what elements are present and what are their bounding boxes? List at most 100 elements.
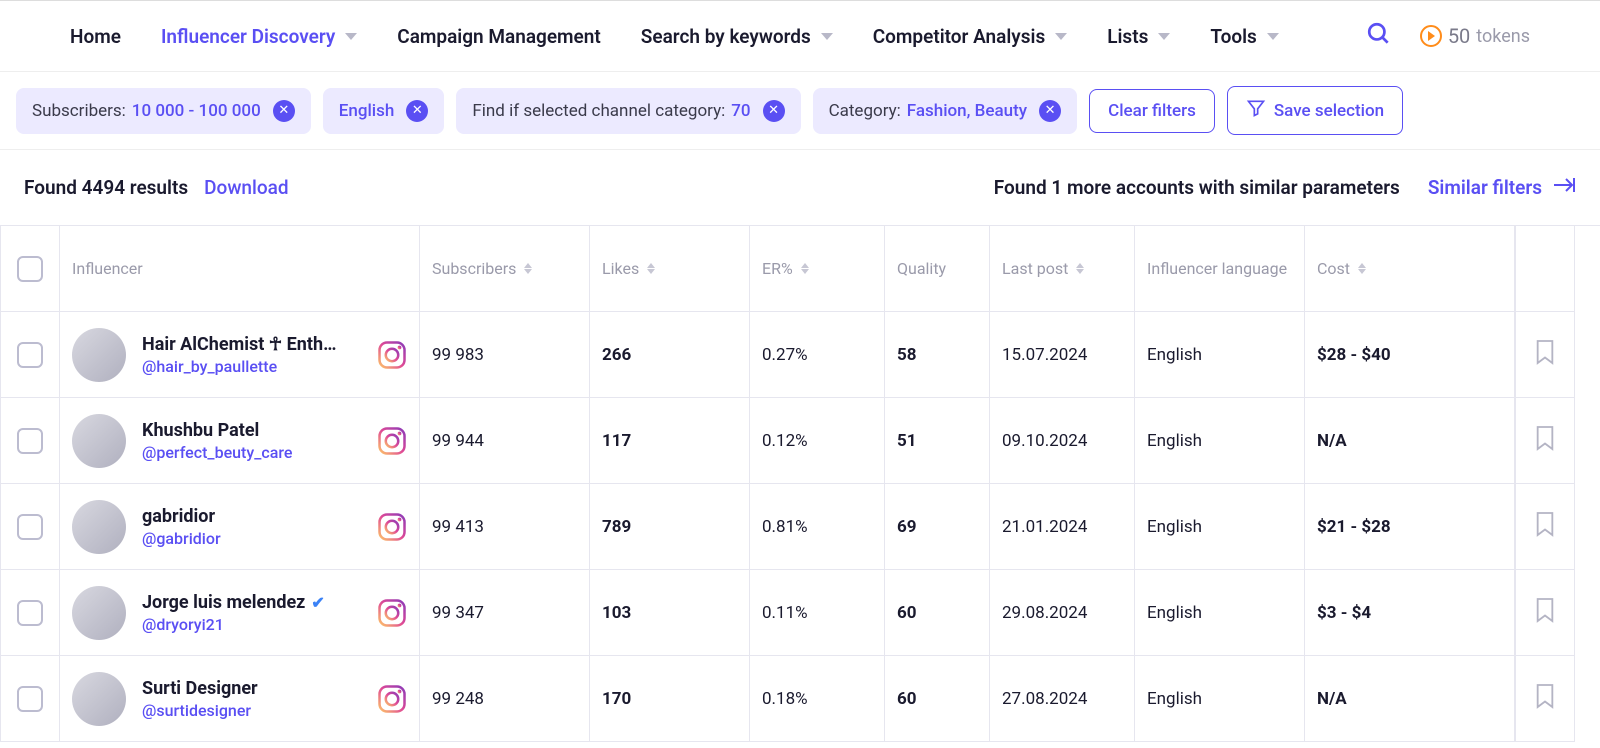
last-post-cell: 09.10.2024 — [990, 398, 1135, 484]
link-label: Similar filters — [1428, 176, 1542, 199]
filter-chip-category[interactable]: Category: Fashion, Beauty ✕ — [813, 88, 1078, 134]
tokens-badge[interactable]: 50 tokens — [1420, 24, 1530, 48]
row-checkbox-cell — [0, 570, 60, 656]
instagram-icon — [377, 598, 407, 628]
influencer-name: Surti Designer — [142, 678, 258, 699]
quality-cell: 60 — [885, 570, 990, 656]
col-influencer[interactable]: Influencer — [60, 226, 420, 312]
bookmark-icon[interactable] — [1534, 425, 1556, 456]
influencer-handle[interactable]: @perfect_beuty_care — [142, 443, 292, 462]
col-cost[interactable]: Cost — [1305, 226, 1515, 312]
avatar — [72, 672, 126, 726]
save-selection-button[interactable]: Save selection — [1227, 86, 1403, 135]
similar-accounts-text: Found 1 more accounts with similar param… — [994, 176, 1400, 199]
col-label: ER% — [762, 259, 793, 278]
influencer-handle[interactable]: @surtidesigner — [142, 701, 258, 720]
clear-filters-button[interactable]: Clear filters — [1089, 89, 1215, 133]
row-checkbox[interactable] — [17, 428, 43, 454]
er-cell: 0.18% — [750, 656, 885, 742]
nav-lists[interactable]: Lists — [1107, 25, 1170, 48]
chevron-down-icon — [821, 33, 833, 40]
close-icon[interactable]: ✕ — [1039, 100, 1061, 122]
chevron-down-icon — [1055, 33, 1067, 40]
col-language[interactable]: Influencer language — [1135, 226, 1305, 312]
results-meta: Found 4494 results Download Found 1 more… — [0, 150, 1600, 225]
chip-value: English — [339, 101, 395, 121]
last-post-cell: 15.07.2024 — [990, 312, 1135, 398]
language-cell: English — [1135, 570, 1305, 656]
col-label: Cost — [1317, 259, 1350, 278]
results-count: Found 4494 results — [24, 176, 188, 199]
tokens-label: tokens — [1476, 26, 1530, 47]
col-quality[interactable]: Quality — [885, 226, 990, 312]
col-bookmark — [1515, 226, 1575, 312]
row-checkbox[interactable] — [17, 686, 43, 712]
download-link[interactable]: Download — [204, 176, 288, 199]
arrow-right-icon — [1552, 176, 1576, 199]
nav-home[interactable]: Home — [70, 25, 121, 48]
close-icon[interactable]: ✕ — [406, 100, 428, 122]
influencer-cell[interactable]: gabridior @gabridior — [60, 484, 420, 570]
row-checkbox[interactable] — [17, 600, 43, 626]
chip-value: Fashion, Beauty — [907, 101, 1027, 121]
filter-chip-subscribers[interactable]: Subscribers: 10 000 - 100 000 ✕ — [16, 88, 311, 134]
chip-label: Find if selected channel category: — [472, 101, 725, 121]
bookmark-icon[interactable] — [1534, 597, 1556, 628]
quality-cell: 58 — [885, 312, 990, 398]
chevron-down-icon — [1267, 33, 1279, 40]
col-subscribers[interactable]: Subscribers — [420, 226, 590, 312]
bookmark-icon[interactable] — [1534, 339, 1556, 370]
likes-cell: 103 — [590, 570, 750, 656]
row-checkbox-cell — [0, 484, 60, 570]
nav-tools[interactable]: Tools — [1210, 25, 1278, 48]
bookmark-cell — [1515, 484, 1575, 570]
influencer-name: gabridior — [142, 506, 221, 527]
close-icon[interactable]: ✕ — [763, 100, 785, 122]
col-er[interactable]: ER% — [750, 226, 885, 312]
bookmark-icon[interactable] — [1534, 511, 1556, 542]
influencer-handle[interactable]: @hair_by_paullette — [142, 357, 336, 376]
subscribers-cell: 99 248 — [420, 656, 590, 742]
nav-label: Lists — [1107, 25, 1148, 48]
search-icon[interactable] — [1366, 21, 1392, 51]
instagram-icon — [377, 512, 407, 542]
language-cell: English — [1135, 312, 1305, 398]
nav-campaign-management[interactable]: Campaign Management — [397, 25, 601, 48]
chip-label: Subscribers: — [32, 101, 126, 121]
influencer-handle[interactable]: @gabridior — [142, 529, 221, 548]
nav-search-keywords[interactable]: Search by keywords — [641, 25, 833, 48]
row-checkbox-cell — [0, 656, 60, 742]
similar-filters-link[interactable]: Similar filters — [1428, 176, 1576, 199]
chevron-down-icon — [1158, 33, 1170, 40]
col-label: Subscribers — [432, 259, 516, 278]
col-label: Quality — [897, 259, 946, 278]
col-last-post[interactable]: Last post — [990, 226, 1135, 312]
influencer-cell[interactable]: Jorge luis melendez✔@dryoryi21 — [60, 570, 420, 656]
nav-influencer-discovery[interactable]: Influencer Discovery — [161, 25, 357, 48]
row-checkbox[interactable] — [17, 342, 43, 368]
influencer-cell[interactable]: Hair AlChemist ☥ Enth…@hair_by_paullette — [60, 312, 420, 398]
close-icon[interactable]: ✕ — [273, 100, 295, 122]
row-checkbox[interactable] — [17, 514, 43, 540]
select-all-checkbox[interactable] — [17, 256, 43, 282]
influencer-text: Khushbu Patel@perfect_beuty_care — [142, 420, 292, 462]
bookmark-cell — [1515, 656, 1575, 742]
language-cell: English — [1135, 398, 1305, 484]
results-table: Influencer Subscribers Likes ER% Quality… — [0, 225, 1600, 742]
influencer-cell[interactable]: Surti Designer @surtidesigner — [60, 656, 420, 742]
influencer-cell[interactable]: Khushbu Patel@perfect_beuty_care — [60, 398, 420, 484]
filter-chip-channel-category[interactable]: Find if selected channel category: 70 ✕ — [456, 88, 800, 134]
nav-competitor-analysis[interactable]: Competitor Analysis — [873, 25, 1067, 48]
likes-cell: 170 — [590, 656, 750, 742]
influencer-text: Surti Designer @surtidesigner — [142, 678, 258, 720]
quality-cell: 51 — [885, 398, 990, 484]
influencer-text: gabridior @gabridior — [142, 506, 221, 548]
sort-icon — [647, 263, 655, 274]
col-likes[interactable]: Likes — [590, 226, 750, 312]
filter-chip-language[interactable]: English ✕ — [323, 88, 445, 134]
bookmark-icon[interactable] — [1534, 683, 1556, 714]
influencer-handle[interactable]: @dryoryi21 — [142, 615, 325, 634]
last-post-cell: 27.08.2024 — [990, 656, 1135, 742]
instagram-icon — [377, 340, 407, 370]
last-post-cell: 21.01.2024 — [990, 484, 1135, 570]
